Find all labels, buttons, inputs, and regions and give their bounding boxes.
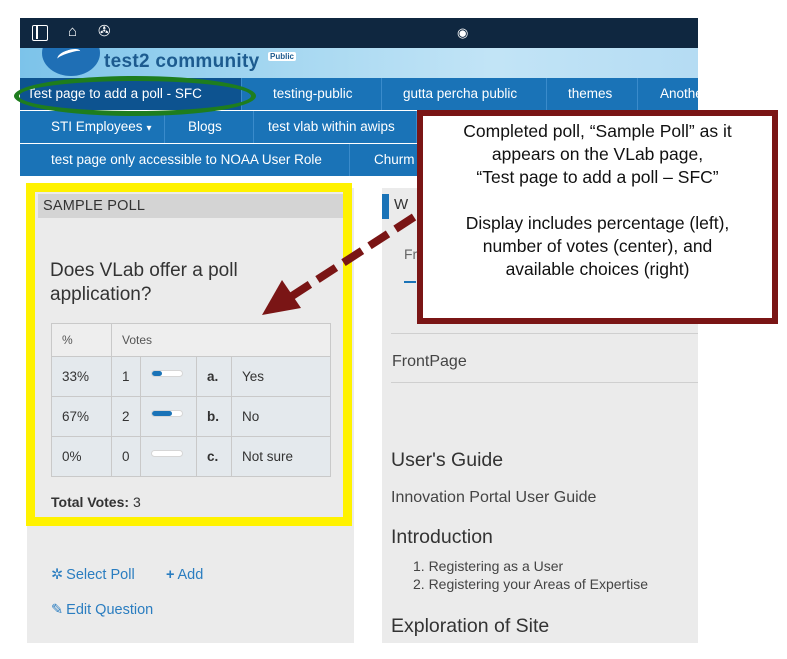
callout-line: “Test page to add a poll – SFC” [476,167,719,187]
annotation-arrow [262,213,417,315]
screenshot-canvas: ⌂ ✇ ◉ test2 community Public Test page t… [0,0,787,659]
annotation-callout: Completed poll, “Sample Poll” as it appe… [417,110,778,324]
callout-spacer [423,189,772,212]
callout-line: Display includes percentage (left), [465,213,730,233]
callout-line: appears on the VLab page, [491,144,704,164]
callout-line: number of votes (center), and [482,236,713,256]
callout-line: Completed poll, “Sample Poll” as it [463,121,732,141]
arrow-shaft [289,213,417,300]
callout-line: available choices (right) [505,259,690,279]
